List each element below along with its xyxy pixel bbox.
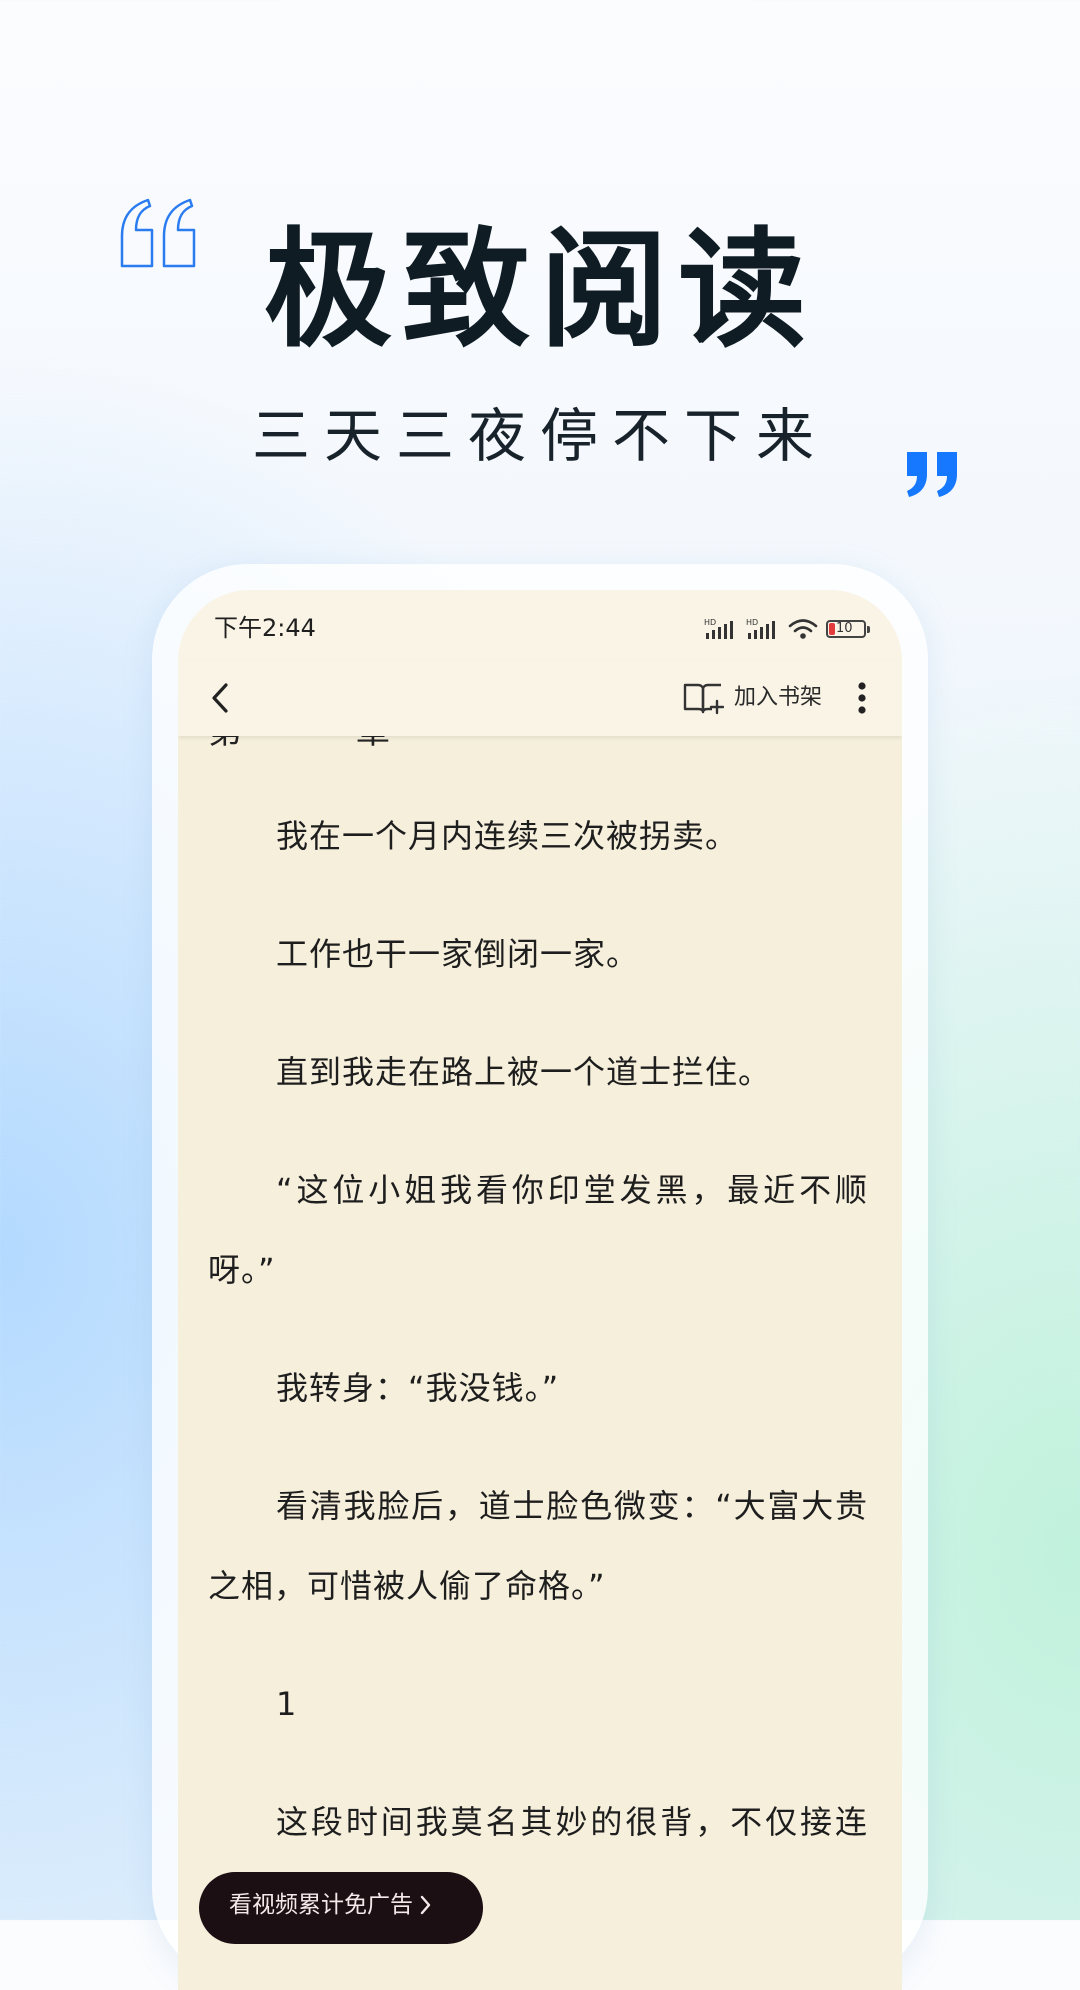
book-add-icon: [683, 683, 724, 715]
svg-text:HD: HD: [704, 618, 716, 627]
paragraph: 我在一个月内连续三次被拐卖。: [276, 817, 739, 855]
add-to-shelf-label: 加入书架: [734, 685, 823, 710]
paragraph: 工作也干一家倒闭一家。: [276, 935, 640, 973]
more-button[interactable]: [840, 674, 884, 722]
svg-text:HD: HD: [746, 618, 758, 627]
reader-toolbar: 加入书架: [178, 660, 902, 736]
chevron-left-icon: [212, 683, 228, 713]
more-vertical-icon: [858, 682, 866, 714]
back-button[interactable]: [198, 676, 242, 720]
watch-video-remove-ads-button[interactable]: 看视频累计免广告: [199, 1872, 483, 1944]
status-bar: 下午2:44 HD HD 10: [178, 590, 902, 660]
battery-level: 10: [836, 621, 853, 636]
paragraph: 我转身：“我没钱。”: [276, 1369, 560, 1407]
close-quote-icon: [907, 452, 957, 497]
paragraph: 看清我脸后，道士脸色微变：“大富大贵之相，可惜被人偷了命格。”: [208, 1487, 868, 1605]
ad-pill-label: 看视频累计免广告: [229, 1892, 413, 1918]
chevron-right-icon: [420, 1895, 431, 1915]
hero-title: 极致阅读: [263, 215, 816, 365]
hd-signal-icon: HD: [746, 618, 775, 639]
chapter-heading: 第一章: [208, 736, 430, 752]
status-icons: HD HD 10: [704, 614, 870, 644]
add-to-shelf-button[interactable]: 加入书架: [682, 676, 822, 720]
reader-screen: 下午2:44 HD HD 10 加入书架 我在一个月内连续三次被拐卖。 工作也干…: [178, 590, 902, 1990]
battery-icon: 10: [826, 620, 870, 638]
paragraph: “这位小姐我看你印堂发黑，最近不顺呀。”: [208, 1171, 868, 1289]
paragraph: 直到我走在路上被一个道士拦住。: [276, 1053, 772, 1091]
reader-content: 第一章 我在一个月内连续三次被拐卖。 工作也干一家倒闭一家。 直到我走在路上被一…: [178, 736, 902, 1990]
wifi-icon: [788, 619, 818, 639]
paragraph: 1: [276, 1685, 298, 1723]
status-time: 下午2:44: [214, 614, 316, 642]
hd-signal-icon: HD: [704, 618, 733, 639]
